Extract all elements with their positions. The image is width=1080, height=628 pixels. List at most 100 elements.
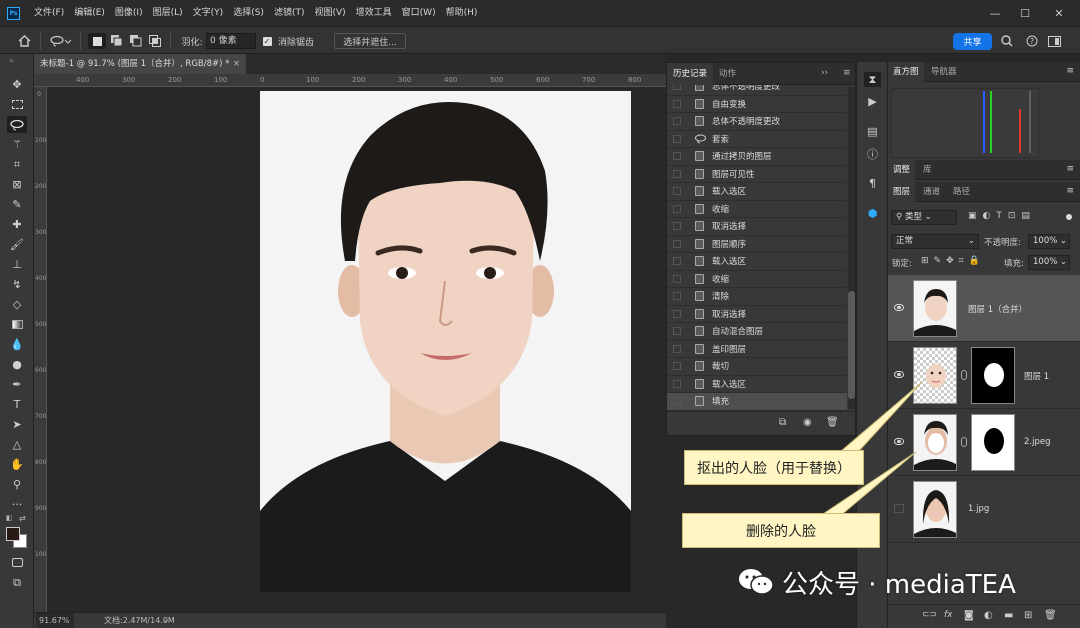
history-source-checkbox[interactable] [673,239,681,248]
layer-row[interactable]: 图层 1 [888,342,1080,409]
close-document-icon[interactable]: × [233,54,240,74]
tab-adjustments[interactable]: 调整 [888,160,916,180]
add-mask-icon[interactable]: ◙ [964,610,974,621]
history-item[interactable]: 盖印图层 [667,341,847,358]
layer-filter-icons[interactable]: ▣◐T⊡▤ [968,211,1036,221]
menu-item[interactable]: 编辑(E) [69,0,110,26]
menu-item[interactable]: 增效工具 [351,0,397,26]
link-icon[interactable] [961,370,967,380]
history-brush-tool-icon[interactable]: ↯ [7,276,27,293]
clone-stamp-tool-icon[interactable]: ⊥ [7,256,27,273]
quick-mask-icon[interactable] [7,554,27,571]
filter-toggle-icon[interactable] [1066,214,1072,220]
feather-input[interactable]: 0 像素 [206,33,256,49]
history-source-checkbox[interactable] [673,85,681,91]
history-item[interactable]: 载入选区 [667,376,847,393]
help-icon[interactable]: ? [1025,33,1039,49]
link-icon[interactable] [961,437,967,447]
minimize-icon[interactable]: — [980,0,1010,26]
eyedropper-tool-icon[interactable]: ✎ [7,196,27,213]
history-source-checkbox[interactable] [673,309,681,318]
history-item[interactable]: 取消选择 [667,306,847,323]
maximize-icon[interactable]: ☐ [1010,0,1040,26]
gradient-tool-icon[interactable] [7,316,27,333]
3d-panel-icon[interactable]: ⬢ [864,206,881,221]
history-item[interactable]: 总体不透明度更改 [667,85,847,96]
more-tools-icon[interactable]: ··· [7,496,27,513]
link-layers-icon[interactable]: ⊂⊃ [922,610,937,620]
menu-item[interactable]: 滤镜(T) [269,0,310,26]
layer-row[interactable]: 图层 1（合并） [888,275,1080,342]
select-and-mask-button[interactable]: 选择并遮住... [334,33,406,49]
history-source-checkbox[interactable] [673,344,681,353]
foreground-color-swatch[interactable] [6,527,20,541]
new-group-icon[interactable]: ▬ [1004,610,1013,621]
marquee-tool-icon[interactable] [7,96,27,113]
histogram-menu-icon[interactable]: ≡ [1066,66,1074,76]
history-source-checkbox[interactable] [673,397,681,406]
frame-tool-icon[interactable]: ⊠ [7,176,27,193]
history-item[interactable]: 套索 [667,131,847,148]
tab-actions[interactable]: 动作 [713,63,742,85]
pen-tool-icon[interactable]: ✒ [7,376,27,393]
history-source-checkbox[interactable] [673,99,681,108]
fill-input[interactable]: 100% ⌄ [1028,255,1070,270]
history-source-checkbox[interactable] [673,257,681,266]
history-source-checkbox[interactable] [673,204,681,213]
trash-icon[interactable]: 🗑 [826,417,839,428]
layers-menu-icon[interactable]: ≡ [1066,186,1074,196]
zoom-tool-icon[interactable]: ⚲ [7,476,27,493]
lasso-preset-icon[interactable] [46,33,74,49]
adjustment-layer-icon[interactable]: ◐ [984,610,993,621]
tab-paths[interactable]: 路径 [948,182,975,202]
history-item[interactable]: 总体不透明度更改 [667,113,847,131]
path-selection-tool-icon[interactable]: ➤ [7,416,27,433]
home-icon[interactable] [14,33,34,49]
collapse-toolbar-icon[interactable]: » [9,56,14,65]
tab-layers[interactable]: 图层 [888,182,916,202]
history-item[interactable]: 通过拷贝的图层 [667,148,847,166]
delete-layer-icon[interactable]: 🗑 [1044,610,1057,621]
new-selection-icon[interactable] [88,33,106,49]
antialias-checkbox[interactable]: ✓ [262,33,272,49]
lock-icons[interactable]: ⊞✎✥⌗🔒 [921,256,985,266]
document-image[interactable] [260,91,631,592]
visibility-off-box[interactable] [894,504,904,513]
collapse-panel-icon[interactable]: ›› [821,68,828,78]
history-source-checkbox[interactable] [673,134,681,143]
menu-item[interactable]: 图像(I) [110,0,148,26]
close-icon[interactable]: ✕ [1044,0,1074,26]
swap-colors-icon[interactable]: ⇄ [19,514,26,523]
history-source-checkbox[interactable] [673,379,681,388]
status-menu-icon[interactable]: › [164,617,167,625]
layer-name[interactable]: 图层 1 [1024,370,1049,382]
menu-item[interactable]: 文字(Y) [188,0,229,26]
history-source-checkbox[interactable] [673,152,681,161]
history-source-checkbox[interactable] [673,222,681,231]
magic-wand-tool-icon[interactable]: ⚚ [7,136,27,153]
menu-item[interactable]: 文件(F) [29,0,69,26]
snapshot-icon[interactable]: ◉ [803,417,812,428]
eye-icon[interactable] [894,304,904,311]
intersect-selection-icon[interactable] [147,33,163,49]
adjust-menu-icon[interactable]: ≡ [1066,164,1074,174]
document-tab[interactable]: 未标题-1 @ 91.7% (图层 1（合并）, RGB/8#) * × [34,54,246,74]
menu-item[interactable]: 选择(S) [228,0,269,26]
history-item[interactable]: 取消选择 [667,218,847,236]
history-item[interactable]: 收缩 [667,201,847,218]
screen-mode-icon[interactable]: ⧉ [7,574,27,591]
layer-row[interactable]: 1.jpg [888,476,1080,543]
tab-libraries[interactable]: 库 [918,160,937,180]
history-item[interactable]: 清除 [667,288,847,306]
history-item[interactable]: 载入选区 [667,183,847,201]
properties-panel-icon[interactable]: ▤ [864,124,881,139]
new-layer-icon[interactable]: ⊞ [1024,610,1032,621]
blur-tool-icon[interactable]: 💧 [7,336,27,353]
history-source-checkbox[interactable] [673,292,681,301]
menu-item[interactable]: 窗口(W) [397,0,441,26]
layer-row[interactable]: 2.jpeg [888,409,1080,476]
eraser-tool-icon[interactable]: ◇ [7,296,27,313]
menu-item[interactable]: 图层(L) [148,0,188,26]
zoom-level[interactable]: 91.67% [36,613,74,628]
tab-navigator[interactable]: 导航器 [926,62,962,82]
